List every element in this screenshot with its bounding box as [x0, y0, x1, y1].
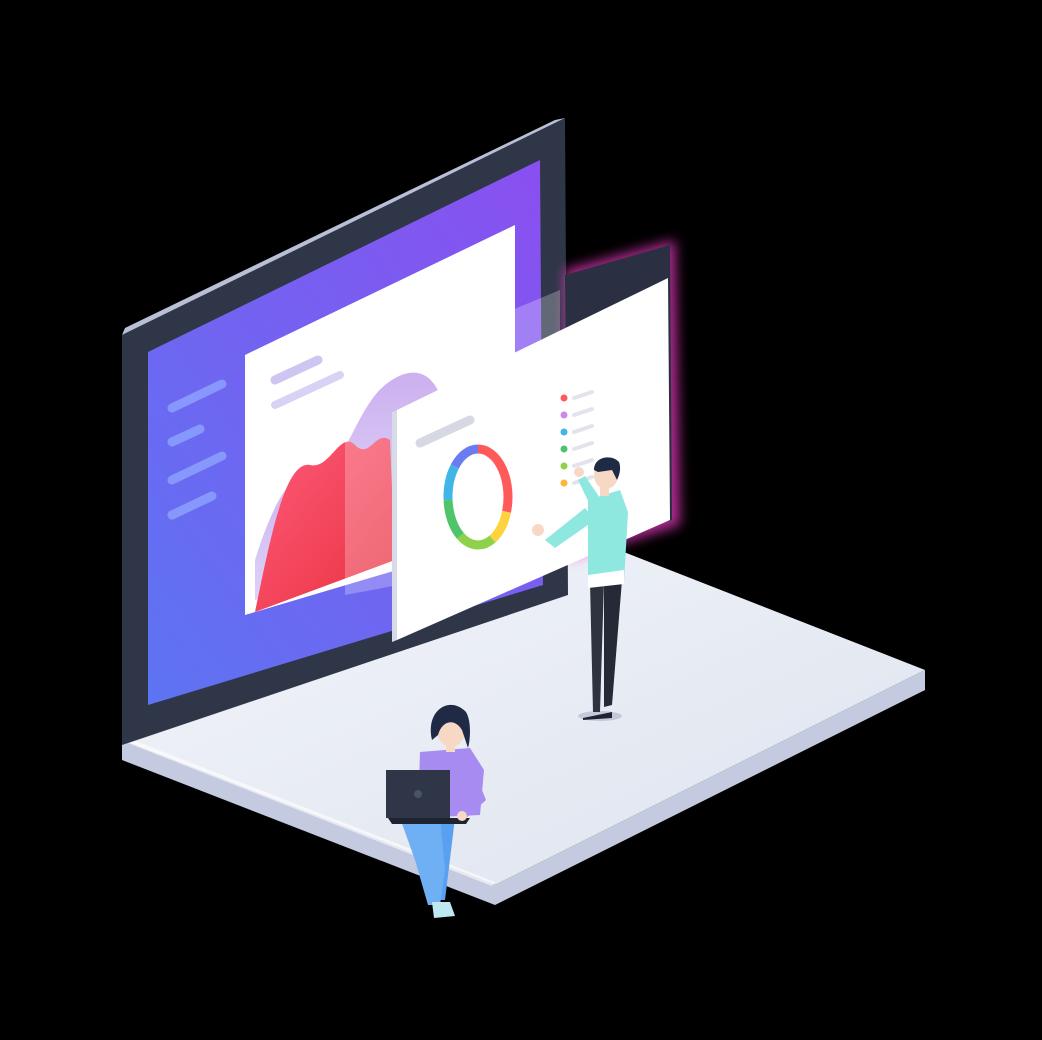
legend-dot [560, 394, 568, 402]
woman-hand [457, 811, 467, 821]
legend-dot [560, 479, 568, 487]
analytics-illustration [122, 118, 925, 918]
legend-dot [560, 445, 568, 453]
card-edge [392, 410, 397, 642]
man-hand [532, 524, 544, 536]
illustration-stage [0, 0, 1042, 1040]
laptop-keyboard [388, 818, 470, 824]
legend-dot [560, 411, 568, 419]
laptop-logo [414, 790, 422, 798]
woman-shoe [432, 902, 455, 918]
man-pointing-hand [574, 467, 584, 477]
legend-dot [560, 462, 568, 470]
legend-dot [560, 428, 568, 436]
